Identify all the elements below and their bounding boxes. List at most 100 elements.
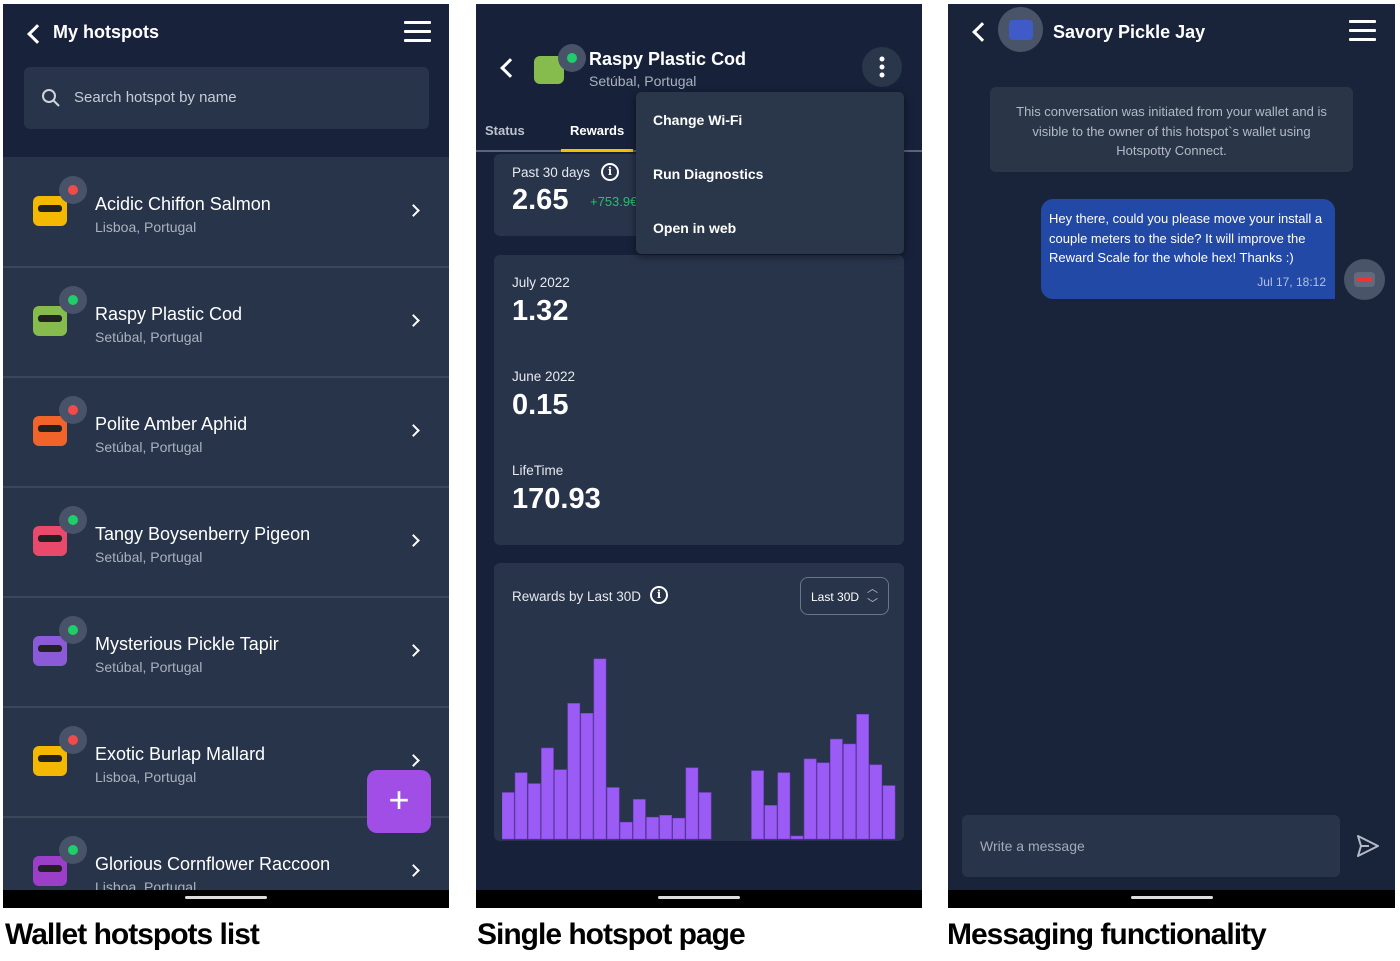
stat-value: 1.32 [512, 295, 569, 327]
hotspot-location: Setúbal, Portugal [95, 549, 203, 565]
message-input[interactable]: Write a message [962, 815, 1340, 877]
info-icon[interactable]: i [650, 586, 668, 604]
home-indicator[interactable] [658, 896, 740, 899]
chevron-right-icon [407, 424, 420, 437]
chart-bar [685, 767, 699, 840]
chart-bar [606, 787, 620, 840]
chart-bar [882, 785, 896, 840]
chart-bar [816, 762, 830, 840]
chart-bar [829, 738, 843, 840]
hotspot-name: Tangy Boysenberry Pigeon [95, 524, 311, 544]
chart-bar [764, 805, 778, 840]
add-hotspot-button[interactable]: + [367, 770, 431, 833]
page-title: My hotspots [53, 22, 159, 42]
hotspot-list-item[interactable]: Mysterious Pickle Tapir Setúbal, Portugal [3, 598, 449, 708]
hotspot-location: Lisboa, Portugal [95, 219, 197, 235]
chart-bar [633, 799, 646, 840]
chevron-right-icon [407, 864, 420, 877]
chart-bar [672, 817, 686, 840]
tab-rewards[interactable]: Rewards [570, 123, 624, 138]
hotspot-location: Lisboa, Portugal [95, 769, 197, 785]
caption-wallet-list: Wallet hotspots list [5, 918, 260, 951]
more-options-button[interactable] [862, 47, 902, 87]
status-indicator [558, 44, 586, 72]
chart-bar [619, 821, 633, 840]
messaging-screen: Savory Pickle Jay This conversation was … [948, 4, 1395, 908]
stat-value: 170.93 [512, 483, 601, 515]
hotspot-avatar [33, 526, 67, 556]
chart-bar [554, 769, 567, 840]
system-nav-bar [3, 890, 449, 908]
chart-bar [843, 743, 856, 840]
send-icon[interactable] [1355, 833, 1381, 859]
info-icon[interactable]: i [601, 163, 619, 181]
back-icon[interactable] [500, 58, 520, 78]
status-indicator [59, 286, 87, 314]
hotspot-list-item[interactable]: Raspy Plastic Cod Setúbal, Portugal [3, 268, 449, 378]
stat-label: June 2022 [512, 369, 576, 384]
menu-item-run-diagnostics[interactable]: Run Diagnostics [653, 166, 763, 182]
past30-change: +753.9€ [590, 194, 638, 209]
home-indicator[interactable] [1130, 896, 1213, 899]
hotspot-avatar [33, 636, 67, 666]
chart-bar [580, 713, 594, 840]
message-text: Hey there, could you please move your in… [1049, 211, 1323, 265]
message-timestamp: Jul 17, 18:12 [1257, 275, 1326, 289]
chevron-right-icon [407, 314, 420, 327]
hotspot-name: Acidic Chiffon Salmon [95, 194, 271, 214]
chart-bar [527, 783, 541, 840]
chart-bar [856, 714, 870, 840]
search-input[interactable]: Search hotspot by name [24, 67, 429, 129]
search-placeholder: Search hotspot by name [74, 89, 237, 106]
chart-title: Rewards by Last 30D [512, 589, 642, 604]
range-select[interactable]: Last 30D ︿ ﹀ [800, 577, 889, 615]
system-nav-bar [948, 890, 1395, 908]
chevron-down-icon: ﹀ [867, 598, 878, 610]
hotspot-list-item[interactable]: Tangy Boysenberry Pigeon Setúbal, Portuga… [3, 488, 449, 598]
chevron-right-icon [407, 204, 420, 217]
wallet-hotspots-screen: My hotspots Search hotspot by name Acidi… [3, 4, 449, 908]
hotspot-location: Setúbal, Portugal [95, 659, 203, 675]
back-icon[interactable] [972, 22, 992, 42]
chart-bar [790, 835, 804, 840]
hotspot-name: Polite Amber Aphid [95, 414, 248, 434]
caption-messaging: Messaging functionality [947, 918, 1267, 951]
hotspot-screen: Raspy Plastic Cod Setúbal, Portugal Stat… [476, 4, 922, 908]
status-indicator [59, 726, 87, 754]
range-select-value: Last 30D [811, 590, 860, 604]
hotspot-location: Setúbal, Portugal [95, 329, 203, 345]
home-indicator[interactable] [185, 896, 267, 899]
active-tab-underline [561, 149, 633, 152]
hotspot-location: Setúbal, Portugal [589, 73, 697, 89]
status-indicator [59, 616, 87, 644]
hotspot-location: Setúbal, Portugal [95, 439, 203, 455]
menu-item-open-in-web[interactable]: Open in web [653, 220, 736, 236]
chart-bar [646, 816, 659, 840]
hotspot-name: Exotic Burlap Mallard [95, 744, 266, 764]
chart-bar [698, 792, 712, 840]
chart-bar [777, 772, 791, 840]
menu-icon[interactable] [404, 21, 431, 42]
contact-avatar [998, 7, 1043, 52]
past30-label: Past 30 days [512, 165, 591, 180]
stats-card: July 2022 1.32 June 2022 0.15 LifeTime 1… [494, 255, 904, 545]
hotspot-list-item[interactable]: Polite Amber Aphid Setúbal, Portugal [3, 378, 449, 488]
chevron-right-icon [407, 534, 420, 547]
hotspot-name: Glorious Cornflower Raccoon [95, 854, 331, 874]
hotspot-name: Raspy Plastic Cod [589, 49, 747, 69]
chevron-up-icon: ︿ [867, 583, 878, 595]
user-avatar [1344, 259, 1385, 300]
hotspot-avatar [33, 746, 67, 776]
back-icon[interactable] [27, 24, 47, 44]
hotspot-list-item[interactable]: Acidic Chiffon Salmon Lisboa, Portugal [3, 158, 449, 268]
chart-bar [869, 764, 883, 840]
menu-item-change-wifi[interactable]: Change Wi-Fi [653, 112, 742, 128]
menu-icon[interactable] [1349, 20, 1376, 41]
tab-status[interactable]: Status [485, 123, 525, 138]
search-icon [42, 89, 60, 107]
hotspot-name: Raspy Plastic Cod [95, 304, 243, 324]
past30-value: 2.65 [512, 184, 569, 216]
chart-bar [514, 772, 528, 840]
hotspot-avatar [33, 856, 67, 886]
hotspot-avatar [33, 196, 67, 226]
